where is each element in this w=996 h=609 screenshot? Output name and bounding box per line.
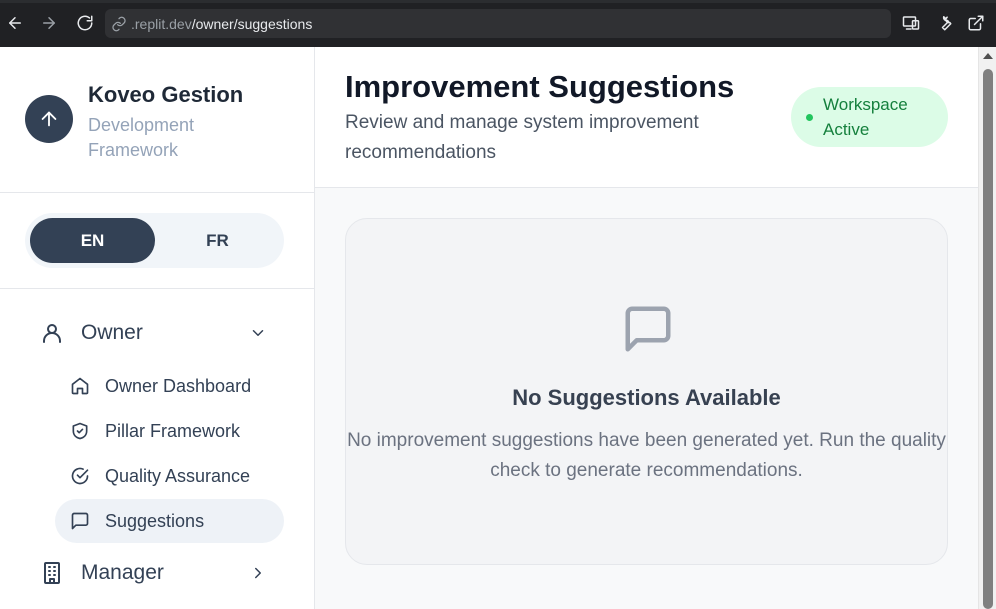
page-subtitle: Review and manage system improvement rec… (345, 112, 699, 163)
address-bar[interactable]: .replit.dev/owner/suggestions (105, 9, 891, 38)
nav-group-label: Manager (81, 561, 164, 584)
chevron-right-icon (255, 567, 261, 579)
message-square-icon (71, 512, 89, 530)
browser-toolbar: .replit.dev/owner/suggestions (0, 0, 996, 47)
page-scrollbar[interactable] (978, 47, 996, 609)
sidebar-item-label: Suggestions (105, 510, 205, 531)
status-dot (806, 113, 813, 121)
empty-state-description: No improvement suggestions have been gen… (347, 430, 946, 481)
empty-state-title: No Suggestions Available (512, 385, 781, 410)
empty-state-card: No Suggestions Available No improvement … (345, 218, 948, 565)
brand-logo (25, 95, 73, 143)
back-icon (9, 17, 21, 29)
page-header: Improvement Suggestions Review and manag… (315, 47, 978, 188)
sidebar-item-quality-assurance[interactable]: Quality Assurance (55, 454, 284, 498)
reload-icon (77, 15, 93, 31)
open-new-tab-button[interactable] (964, 11, 988, 35)
message-square-icon (625, 306, 671, 352)
page-title: Improvement Suggestions (345, 69, 735, 104)
devices-icon (902, 16, 920, 30)
forward-button[interactable] (36, 10, 62, 36)
arrow-up-icon (41, 111, 57, 127)
open-external-icon (968, 15, 984, 31)
sidebar-item-label: Quality Assurance (105, 465, 251, 486)
reload-button[interactable] (72, 10, 98, 36)
home-icon (71, 377, 89, 395)
sidebar-item-label: Pillar Framework (105, 420, 241, 441)
tools-button[interactable] (932, 11, 956, 35)
status-text: Workspace Active (823, 95, 908, 139)
building-icon (44, 562, 60, 584)
url-domain: .replit.dev (131, 15, 192, 32)
sidebar-item-pillar-framework[interactable]: Pillar Framework (55, 409, 284, 453)
nav-group-manager[interactable]: Manager (25, 551, 285, 595)
shield-check-icon (72, 422, 88, 440)
sidebar-item-label: Owner Dashboard (105, 375, 252, 396)
scroll-thumb[interactable] (983, 69, 993, 609)
language-section: EN FR (0, 193, 314, 289)
url-text: .replit.dev/owner/suggestions (131, 16, 312, 32)
chevron-down-icon (252, 330, 264, 336)
sidebar: Koveo Gestion Development Framework EN F… (0, 47, 315, 609)
scroll-up-arrow[interactable] (983, 53, 993, 59)
nav-group-label: Owner (81, 321, 143, 344)
status-badge: Workspace Active (791, 87, 948, 147)
devices-button[interactable] (899, 11, 923, 35)
sidebar-item-suggestions[interactable]: Suggestions (55, 499, 284, 543)
url-path: /owner/suggestions (191, 15, 313, 32)
language-toggle: EN FR (25, 213, 284, 268)
forward-icon (43, 17, 55, 29)
nav-group-owner[interactable]: Owner (25, 311, 285, 355)
lang-en-button[interactable]: EN (30, 218, 155, 263)
check-circle-icon (71, 467, 89, 485)
user-icon (43, 324, 61, 343)
wrench-icon (941, 16, 952, 31)
brand-subtitle: Development Framework (88, 115, 195, 160)
sidebar-item-owner-dashboard[interactable]: Owner Dashboard (55, 364, 284, 408)
back-button[interactable] (2, 10, 28, 36)
brand-section: Koveo Gestion Development Framework (0, 47, 314, 193)
brand-title: Koveo Gestion (88, 82, 244, 107)
link-icon (112, 16, 126, 31)
main-content: Improvement Suggestions Review and manag… (315, 47, 978, 609)
lang-fr-button[interactable]: FR (155, 218, 280, 263)
tab-strip (0, 0, 996, 3)
